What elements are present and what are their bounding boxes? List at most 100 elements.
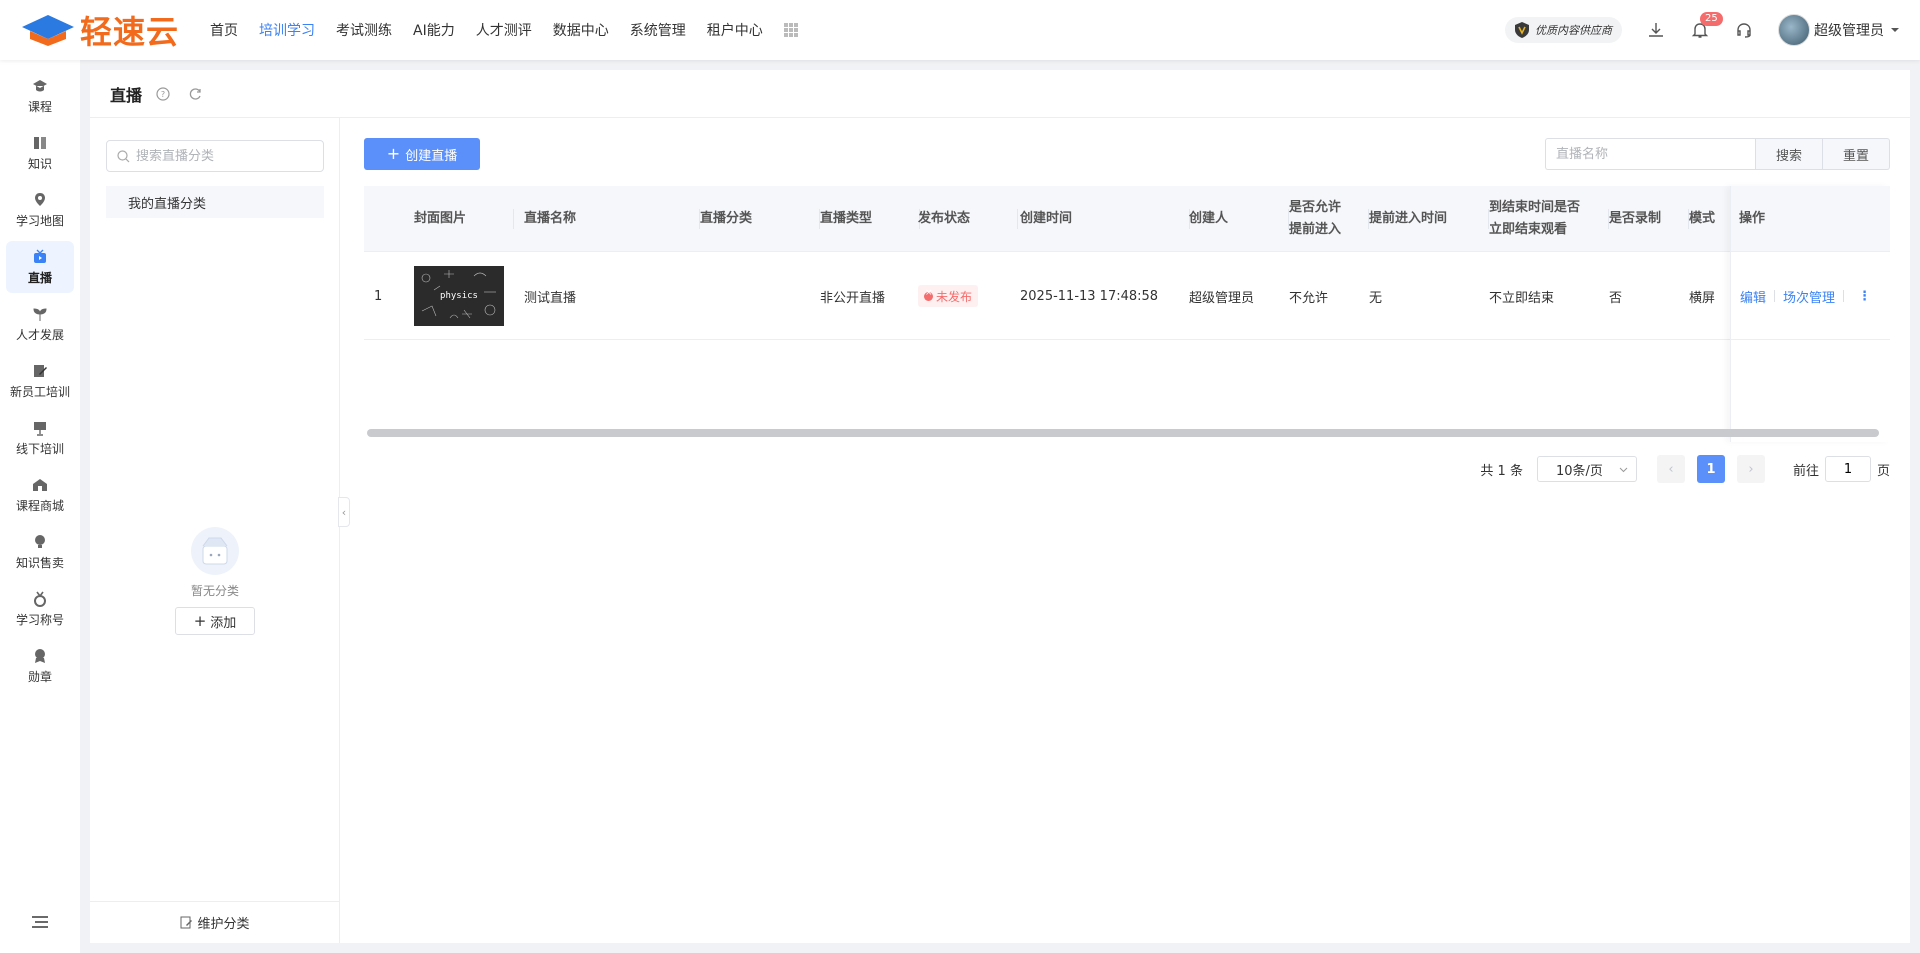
sidebar-item-course[interactable]: 课程 [6,70,74,122]
header-cover: 封面图片 [414,186,514,252]
header-created: 创建时间 [1020,186,1190,252]
nav-system[interactable]: 系统管理 [630,20,686,40]
help-icon[interactable]: ? [156,86,170,101]
row-created: 2025-11-13 17:48:58 [1020,288,1159,304]
add-category-button[interactable]: + 添加 [175,607,255,635]
bell-icon[interactable]: 25 [1690,12,1723,40]
maintain-categories-button[interactable]: 维护分类 [90,901,340,943]
prev-page-button[interactable]: ‹ [1656,455,1685,483]
live-tv-icon [34,249,46,263]
empty-text: 暂无分类 [190,584,239,598]
download-icon[interactable] [1646,20,1666,40]
nav-talent-assessment[interactable]: 人才测评 [476,20,532,40]
category-search [106,140,324,172]
create-live-button[interactable]: + 创建直播 [364,138,480,170]
goto-prefix: 前往 [1792,463,1819,479]
header-name: 直播名称 [524,186,700,252]
sidebar-item-offline-training[interactable]: 线下培训 [6,412,74,464]
book-icon [34,136,46,149]
sidebar-item-label: 直播 [27,270,52,285]
logo[interactable]: 轻速云 [20,10,180,51]
sidebar-item-learning-map[interactable]: 学习地图 [6,184,74,236]
badge-icon [35,648,45,663]
category-panel: 我的直播分类 暂无分类 + 添加 维护分类 [90,118,340,943]
sidebar-item-label: 课程 [27,99,52,114]
pagination: 共 1 条 10条/页 ‹ 1 › 前往 页 [1480,455,1890,483]
store-icon [33,478,47,491]
sidebar-item-label: 学习称号 [15,612,64,627]
live-name-search-input[interactable] [1544,138,1755,170]
logo-cap-icon [22,15,74,46]
close-circle-icon [924,288,933,301]
sidebar-item-course-mall[interactable]: 课程商城 [6,469,74,521]
status-badge: 未发布 [918,285,979,307]
table-header: 封面图片 直播名称 直播分类 直播类型 发布状态 创建时间 创建人 是否允许 提前… [364,186,1890,252]
maintain-categories-label: 维护分类 [197,917,250,932]
sidebar-item-label: 线下培训 [15,441,64,456]
next-page-button[interactable]: › [1736,455,1765,483]
category-item-root[interactable]: 我的直播分类 [106,186,324,218]
sidebar-item-live[interactable]: 直播 [6,241,74,293]
reset-button[interactable]: 重置 [1822,138,1890,170]
apps-grid-icon[interactable] [783,23,798,37]
row-name: 测试直播 [524,290,577,306]
sidebar-item-label: 新员工培训 [9,384,70,399]
horizontal-scrollbar[interactable] [367,429,1879,437]
page-number-button[interactable]: 1 [1696,455,1725,483]
goto-suffix: 页 [1876,463,1890,479]
sidebar-item-label: 人才发展 [15,327,64,342]
row-cover-cell: physics [414,252,504,340]
row-record: 否 [1609,290,1623,306]
row-index: 1 [374,288,383,304]
row-type: 非公开直播 [820,290,886,306]
headset-icon[interactable] [1734,20,1754,40]
sidebar-item-knowledge[interactable]: 知识 [6,127,74,179]
supplier-badge[interactable]: 优质内容供应商 [1505,17,1622,43]
pagination-total: 共 1 条 [1480,463,1523,479]
page-size-select[interactable]: 10条/页 [1536,456,1637,482]
header-allow-early: 是否允许 提前进入 [1289,186,1369,252]
sidebar-item-badge[interactable]: 勋章 [6,640,74,692]
nav-training[interactable]: 培训学习 [259,20,315,40]
search-button[interactable]: 搜索 [1754,138,1823,170]
refresh-icon[interactable] [188,87,202,101]
nav-home[interactable]: 首页 [210,20,238,40]
table-row: 1 physics 测试直播 非公开直播 × 未发布 2025-11-13 17… [364,252,1890,340]
bulb-icon [35,534,45,548]
presentation-icon [34,421,46,436]
empty-box-icon [191,527,239,575]
cover-text: physics [440,291,478,301]
sidebar-item-label: 知识 [27,156,52,171]
cover-image[interactable]: physics [414,266,504,326]
live-table: 封面图片 直播名称 直播分类 直播类型 发布状态 创建时间 创建人 是否允许 提前… [364,186,1890,442]
notification-count-badge: 25 [1700,12,1723,26]
category-search-input[interactable] [136,148,316,164]
add-category-label: 添加 [210,615,237,631]
nav-tenant[interactable]: 租户中心 [707,20,763,40]
nav-ai[interactable]: AI能力 [413,20,455,40]
sidebar-item-talent-development[interactable]: 人才发展 [6,298,74,350]
logo-text: 轻速云 [80,13,180,51]
nav-data-center[interactable]: 数据中心 [553,20,609,40]
goto-page-input[interactable] [1824,456,1871,482]
sidebar-item-new-employee[interactable]: 新员工培训 [6,355,74,407]
sidebar-item-knowledge-sales[interactable]: 知识售卖 [6,526,74,578]
map-pin-icon [35,192,45,206]
row-status-cell: 未发布 [918,252,979,340]
sprout-icon [33,307,47,321]
fixed-ops-column [1730,186,1890,442]
header-category: 直播分类 [700,186,820,252]
nav-exam[interactable]: 考试测练 [336,20,392,40]
plus-icon: + [386,144,401,163]
chevron-down-icon [1619,467,1628,472]
user-name: 超级管理员 [1814,23,1884,39]
sidebar-item-learning-title[interactable]: 学习称号 [6,583,74,635]
sidebar-item-label: 学习地图 [15,213,64,228]
page-header: 直播 ? [90,70,1910,118]
menu-collapse-icon[interactable] [31,915,49,929]
svg-text:?: ? [161,90,165,99]
row-end-on-time: 不立即结束 [1489,290,1555,306]
edit-doc-icon [180,916,193,929]
user-menu[interactable]: 超级管理员 [1778,14,1900,46]
row-early-time: 无 [1369,290,1383,306]
